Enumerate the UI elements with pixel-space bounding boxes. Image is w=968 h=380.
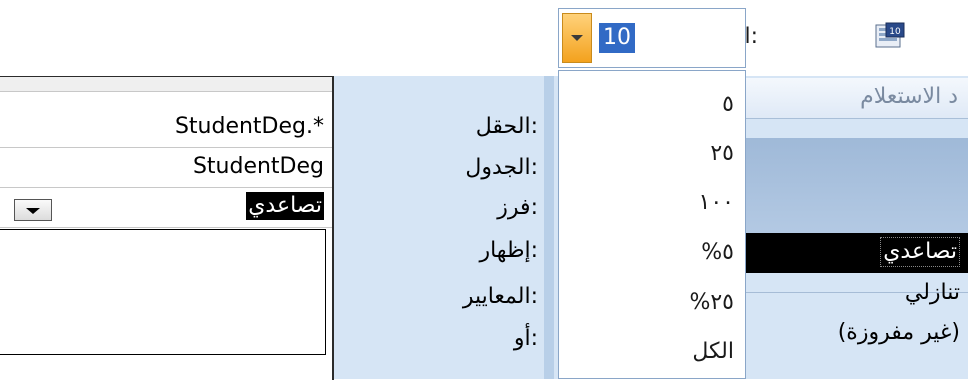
menu-item-100[interactable]: ١٠٠ <box>699 190 734 215</box>
label-criteria: المعايير: <box>462 284 538 309</box>
sort-option-ascending-label: تصاعدي <box>880 237 960 267</box>
top-values-menu <box>558 70 746 379</box>
menu-item-5-percent[interactable]: %٥ <box>701 240 734 265</box>
sort-options-list <box>0 229 326 355</box>
label-sort: فرز: <box>497 195 538 220</box>
query-designer-tab-label: د الاستعلام <box>860 84 958 109</box>
label-or: أو: <box>513 326 538 351</box>
label-show: إظهار: <box>479 238 538 263</box>
table-cell[interactable]: StudentDeg <box>0 148 332 188</box>
table-value: StudentDeg <box>192 154 324 179</box>
sort-value: تصاعدي <box>246 192 324 220</box>
label-table: الجدول: <box>465 155 538 180</box>
sort-option-descending[interactable]: تنازلي <box>905 280 960 305</box>
top-values-icon: 10 <box>875 22 905 48</box>
label-field: الحقل: <box>475 114 538 139</box>
top-values-dropdown-button[interactable] <box>562 13 592 63</box>
query-designer-tab[interactable]: د الاستعلام <box>744 78 968 119</box>
field-cell[interactable]: StudentDeg.* <box>0 108 332 148</box>
svg-text:10: 10 <box>889 27 901 37</box>
panel-splitter[interactable] <box>544 76 554 379</box>
sort-option-not-sorted[interactable]: (غير مفروزة) <box>838 320 960 345</box>
menu-item-25[interactable]: ٢٥ <box>710 141 734 166</box>
sort-dropdown-button[interactable] <box>14 199 52 221</box>
field-value: StudentDeg.* <box>174 114 324 139</box>
menu-item-5[interactable]: ٥ <box>722 92 734 117</box>
column-selector-bar[interactable] <box>0 77 332 92</box>
menu-item-25-percent[interactable]: %٢٥ <box>689 290 734 315</box>
menu-item-all[interactable]: الكل <box>692 339 734 364</box>
top-values-input[interactable]: 10 <box>599 23 635 53</box>
